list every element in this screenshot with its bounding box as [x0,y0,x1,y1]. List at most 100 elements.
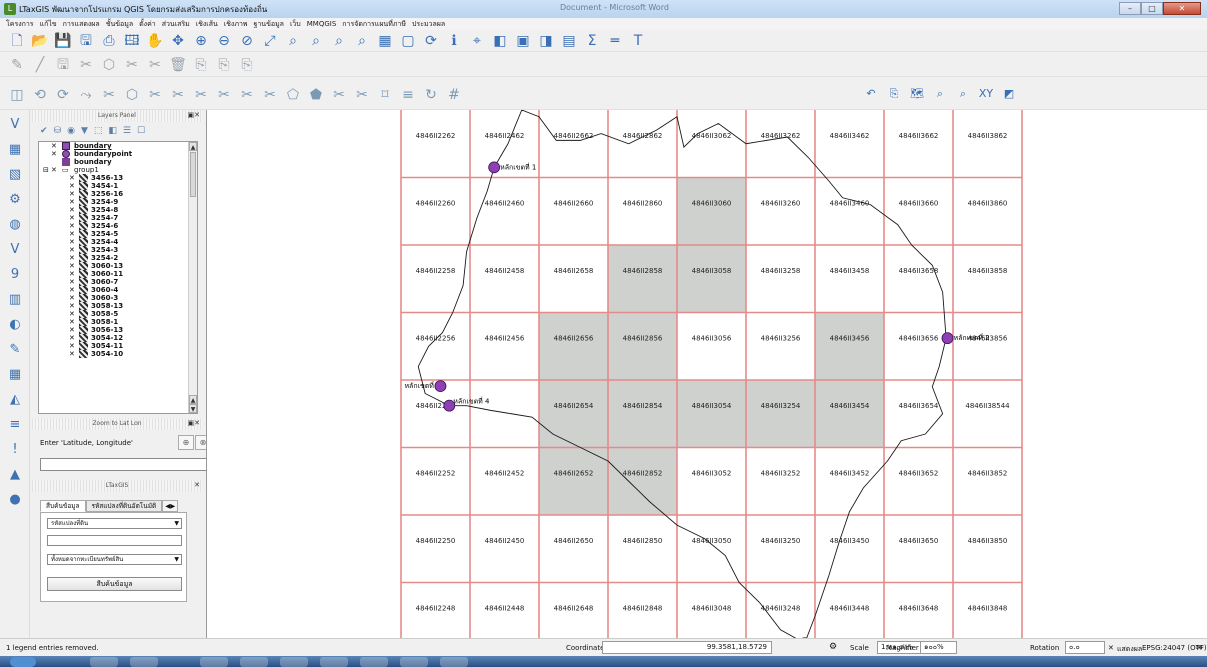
ltax-panel-close-icon[interactable]: ✕ [194,481,200,490]
layer-row[interactable]: ✕ 3060-3 [39,294,197,302]
layer-row[interactable]: ✕ 3060-4 [39,286,197,294]
toolbar-tool-icon[interactable]: ✎ [8,57,26,73]
layers-tool-icon[interactable]: ✔ [40,126,48,136]
toolbar-tool-icon[interactable]: ▤ [560,33,578,49]
toolbar-tool-icon[interactable]: ✂ [238,87,256,103]
tab-auto-parcel-code[interactable]: รหัสแปลงที่ดินอัตโนมัติ [85,500,163,512]
toolbar-tool-icon[interactable]: ⬡ [123,87,141,103]
layer-row[interactable]: ✕ 3254-8 [39,206,197,214]
toolbar-tool-icon[interactable]: ✂ [261,87,279,103]
toolbar-tool-icon[interactable]: ⤢ [261,33,279,49]
toolbar-tool-icon[interactable]: 🗋 [8,33,26,49]
layer-tool-icon[interactable]: ▦ [6,366,24,384]
layer-row[interactable]: ✕ 3256-16 [39,190,197,198]
toolbar-tool-icon[interactable]: ✂ [146,87,164,103]
scale-lock-icon[interactable]: ⚙ [829,642,837,652]
coordinate-field[interactable]: 99.3581,18.5729 [602,641,772,654]
map-canvas[interactable]: 4846II2262 4846II2462 4846II2662 4846II2862… [206,110,1207,638]
plugin-tool-icon[interactable]: ⌕ [954,86,972,102]
toolbar-tool-icon[interactable]: ✂ [215,87,233,103]
layer-visibility-checkbox[interactable]: ✕ [69,246,77,254]
toolbar-tool-icon[interactable]: ◨ [537,33,555,49]
layer-row[interactable]: ✕ 3254-3 [39,246,197,254]
layer-row[interactable]: ✕ 3060-13 [39,262,197,270]
layer-row[interactable]: ✕ 3254-9 [39,198,197,206]
layer-row[interactable]: ✕ 3058-13 [39,302,197,310]
menu-item[interactable]: โครงการ [6,19,34,30]
layer-row[interactable]: ✕ 3060-7 [39,278,197,286]
layer-visibility-checkbox[interactable]: ✕ [51,142,59,150]
layer-tool-icon[interactable]: ≡ [6,416,24,434]
toolbar-tool-icon[interactable]: 🖫 [54,57,72,73]
plugin-tool-icon[interactable]: XY [977,86,995,102]
layer-visibility-checkbox[interactable]: ✕ [69,278,77,286]
layer-visibility-checkbox[interactable]: ✕ [69,190,77,198]
layers-tool-icon[interactable]: ☰ [123,126,131,136]
menu-item[interactable]: MMQGIS [307,20,337,28]
layer-visibility-checkbox[interactable]: ✕ [69,230,77,238]
layer-visibility-checkbox[interactable]: ✕ [69,334,77,342]
layers-panel-buttons[interactable]: ▣✕ [188,111,200,120]
toolbar-tool-icon[interactable]: ✂ [100,87,118,103]
toolbar-tool-icon[interactable]: ⬡ [100,57,118,73]
layer-visibility-checkbox[interactable]: ✕ [69,286,77,294]
menu-item[interactable]: ชั้นข้อมูล [106,19,133,30]
layers-tool-icon[interactable]: ⬚ [94,126,103,136]
toolbar-tool-icon[interactable]: ▦ [376,33,394,49]
toolbar-tool-icon[interactable]: ✋ [146,33,164,49]
collapse-icon[interactable]: ⊟ [43,166,49,174]
toolbar-tool-icon[interactable]: ▣ [514,33,532,49]
layer-visibility-checkbox[interactable]: ✕ [69,198,77,206]
taskbar-app-6[interactable] [320,657,348,667]
scroll-thumb[interactable] [190,152,196,197]
layer-tool-icon[interactable]: ! [6,441,24,459]
layers-tool-icon[interactable]: ⛁ [54,126,62,136]
toolbar-tool-icon[interactable]: ⌕ [284,33,302,49]
taskbar-app-5[interactable] [280,657,308,667]
toolbar-tool-icon[interactable]: ⟲ [31,87,49,103]
layer-row[interactable]: ✕ 3056-13 [39,326,197,334]
taskbar-app-4[interactable] [240,657,268,667]
layer-row[interactable]: ✕ 3060-11 [39,270,197,278]
taskbar-app-1[interactable] [90,657,118,667]
toolbar-tool-icon[interactable]: 📂 [31,33,49,49]
toolbar-tool-icon[interactable]: ◧ [491,33,509,49]
toolbar-tool-icon[interactable]: ═ [606,33,624,49]
plugin-tool-icon[interactable]: ⎘ [885,86,903,102]
layer-tool-icon[interactable]: 9 [6,266,24,284]
layer-visibility-checkbox[interactable]: ✕ [69,318,77,326]
messages-icon[interactable]: ✉ [1196,643,1203,652]
toolbar-tool-icon[interactable]: 🗑 [169,57,187,73]
layer-visibility-checkbox[interactable]: ✕ [69,222,77,230]
menu-item[interactable]: เชิงภาพ [224,19,248,30]
toolbar-tool-icon[interactable]: ⟳ [422,33,440,49]
toolbar-tool-icon[interactable]: ⌕ [307,33,325,49]
layer-row[interactable]: ✕ 3058-5 [39,310,197,318]
layer-visibility-checkbox[interactable]: ✕ [69,350,77,358]
layer-row[interactable]: ✕ 3254-2 [39,254,197,262]
start-button[interactable] [10,657,36,667]
layer-tool-icon[interactable]: ▧ [6,166,24,184]
toolbar-tool-icon[interactable]: ⬠ [284,87,302,103]
boundary-point-marker[interactable] [434,380,447,393]
layer-row[interactable]: ✕ 3054-11 [39,342,197,350]
plugin-tool-icon[interactable]: ◩ [1000,86,1018,102]
toolbar-tool-icon[interactable]: ⌕ [330,33,348,49]
toolbar-tool-icon[interactable]: ▢ [399,33,417,49]
layer-tool-icon[interactable]: ✎ [6,341,24,359]
close-button[interactable]: ✕ [1163,2,1201,15]
toolbar-tool-icon[interactable]: ⊖ [215,33,233,49]
boundary-point-marker[interactable] [941,332,954,345]
layer-tool-icon[interactable]: ⚙ [6,191,24,209]
layer-visibility-checkbox[interactable]: ✕ [51,150,59,158]
toolbar-tool-icon[interactable]: 🖫 [77,33,95,49]
toolbar-tool-icon[interactable]: ◫ [8,87,26,103]
layer-row[interactable]: ✕ 3254-6 [39,222,197,230]
toolbar-tool-icon[interactable]: ⌑ [376,87,394,103]
toolbar-tool-icon[interactable]: ⊘ [238,33,256,49]
layer-row[interactable]: ✕ 3454-1 [39,182,197,190]
layer-visibility-checkbox[interactable]: ✕ [69,310,77,318]
toolbar-tool-icon[interactable]: Σ [583,33,601,49]
layer-tool-icon[interactable]: ◍ [6,216,24,234]
menu-item[interactable]: ส่วนเสริม [162,19,190,30]
